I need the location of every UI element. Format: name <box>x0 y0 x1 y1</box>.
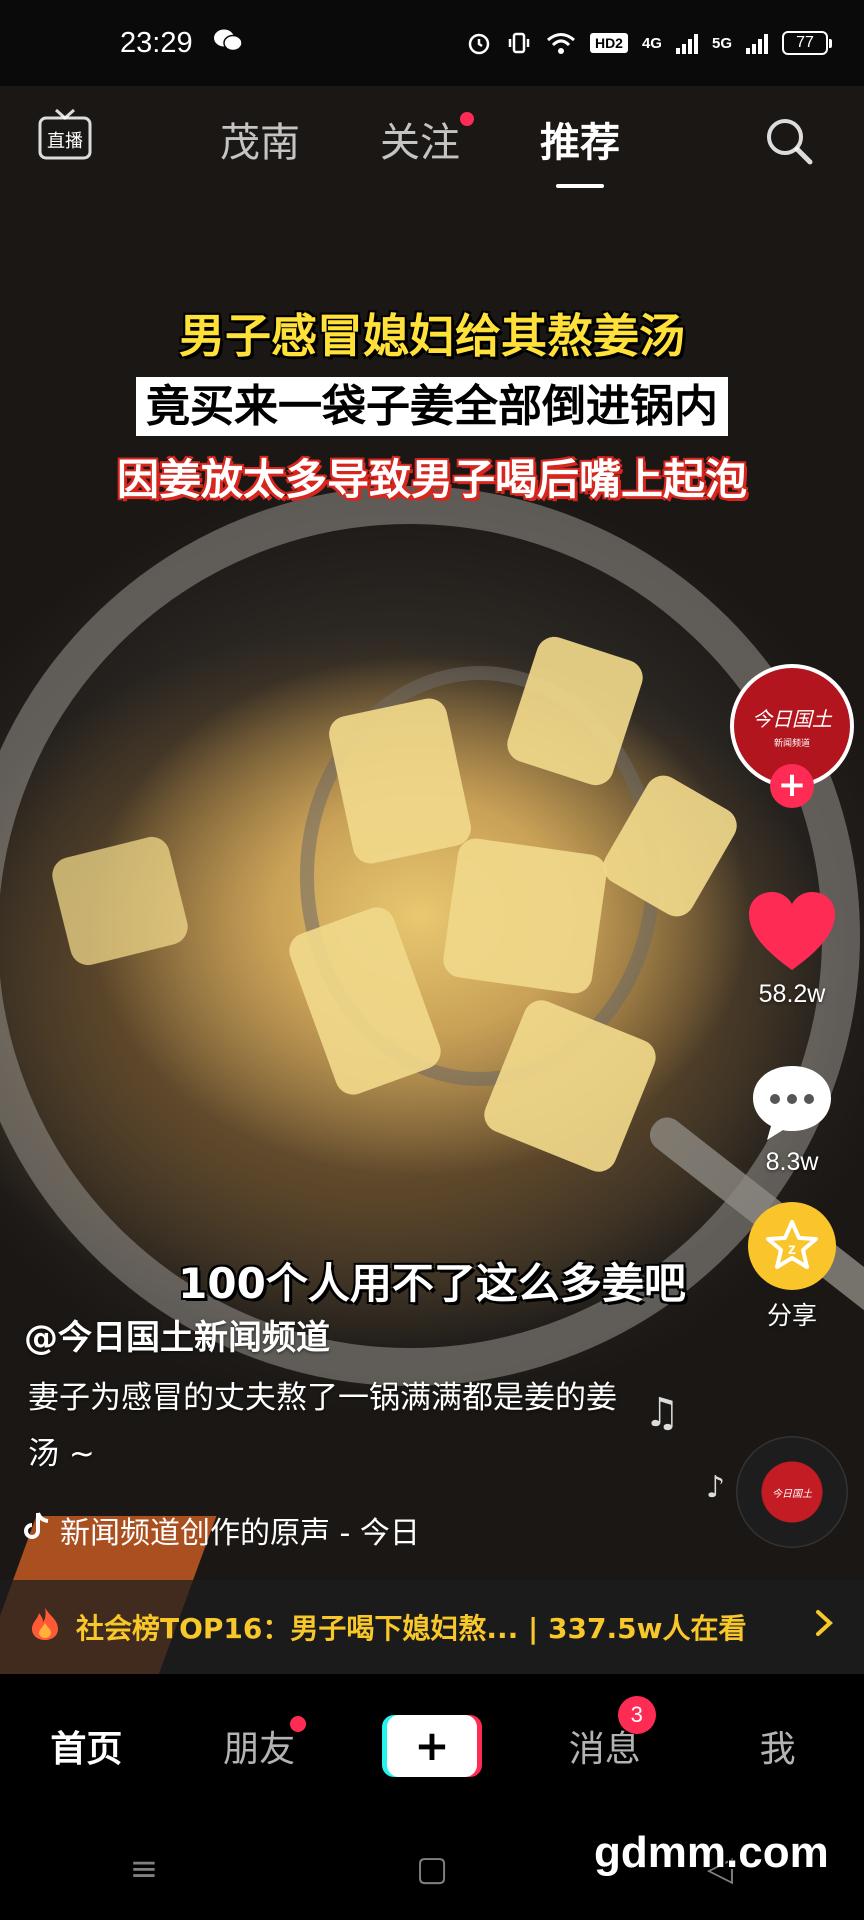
comment-count: 8.3w <box>765 1148 819 1176</box>
signal-icon <box>675 32 698 54</box>
disc-logo: 今日国土 <box>772 1488 812 1500</box>
wifi-icon <box>546 31 576 55</box>
live-button[interactable]: 直播 <box>38 108 92 162</box>
avatar-logo-text: 今日国土 <box>752 707 832 731</box>
menu-icon[interactable]: ≡ <box>114 1849 174 1889</box>
music-title: 新闻频道创作的原声 - 今日 <box>60 1516 420 1551</box>
wechat-icon <box>213 27 243 59</box>
comment-icon <box>749 1062 835 1142</box>
caption-line-3: 因姜放太多导致男子喝后嘴上起泡 <box>116 455 747 504</box>
home-square-icon[interactable]: ▢ <box>402 1849 462 1889</box>
fire-icon <box>30 1605 60 1649</box>
caption-line-1: 男子感冒媳妇给其熬姜汤 <box>179 309 685 363</box>
music-disc[interactable]: 今日国土 <box>736 1436 848 1548</box>
like-count: 58.2w <box>758 980 826 1008</box>
alarm-icon <box>466 30 492 56</box>
music-note-icon-small: ♪ <box>706 1470 726 1505</box>
nav-home[interactable]: 首页 <box>21 1720 151 1772</box>
nav-messages-label: 消息 <box>568 1729 641 1770</box>
search-icon[interactable] <box>762 114 816 168</box>
share-icon: z <box>748 1202 836 1290</box>
avatar-subtitle: 新闻频道 <box>773 739 810 749</box>
svg-text:z: z <box>788 1241 796 1258</box>
tab-following-label: 关注 <box>380 120 460 166</box>
chevron-right-icon <box>814 1608 834 1646</box>
nav-friends-label: 朋友 <box>223 1729 296 1770</box>
share-label: 分享 <box>766 1302 817 1330</box>
nav-messages[interactable]: 消息 3 <box>540 1696 670 1772</box>
video-description: 妻子为感冒的丈夫熬了一锅满满都是姜的姜汤 ~ <box>28 1380 617 1472</box>
watermark: gdmm.com <box>594 1828 829 1877</box>
top-tabs: 茂南 关注 推荐 <box>220 110 620 188</box>
like-button[interactable]: 58.2w <box>730 890 854 1009</box>
network-4g: 4G <box>641 34 662 52</box>
hot-list-text: 社会榜TOP16：男子喝下媳妇熬... | 337.5w人在看 <box>76 1612 747 1645</box>
notification-dot <box>460 112 474 126</box>
status-icons: HD2 4G 5G 77 <box>466 30 832 56</box>
plus-icon: + <box>414 1721 450 1770</box>
caption-line-2-text: 竟买来一袋子姜全部倒进锅内 <box>136 377 728 436</box>
bottom-nav: 首页 朋友 + 消息 3 我 <box>0 1674 864 1818</box>
tiktok-note-icon <box>24 1511 50 1549</box>
music-note-icon: ♫ <box>644 1390 680 1436</box>
hot-list-banner[interactable]: 社会榜TOP16：男子喝下媳妇熬... | 337.5w人在看 <box>0 1580 864 1674</box>
vibrate-icon <box>506 30 532 56</box>
notification-dot <box>290 1716 307 1732</box>
network-5g: 5G <box>711 34 732 52</box>
signal-icon-2 <box>746 32 768 54</box>
ginger-piece <box>440 836 610 996</box>
status-bar: 23:29 HD2 4G 5G 77 <box>0 0 864 86</box>
nav-me[interactable]: 我 <box>713 1720 843 1772</box>
author-name[interactable]: @今日国土新闻频道 <box>24 1310 330 1359</box>
status-time: 23:29 <box>120 26 193 59</box>
nav-create[interactable]: + <box>367 1715 497 1777</box>
tab-recommended[interactable]: 推荐 <box>540 110 620 188</box>
follow-button[interactable]: + <box>770 764 814 808</box>
battery-indicator: 77 <box>782 31 832 55</box>
create-button[interactable]: + <box>386 1715 477 1777</box>
music-row[interactable]: 新闻频道创作的原声 - 今日 <box>24 1508 420 1552</box>
nav-friends[interactable]: 朋友 <box>194 1716 324 1772</box>
tab-following[interactable]: 关注 <box>380 110 474 168</box>
tab-local[interactable]: 茂南 <box>220 110 300 168</box>
hd-badge: HD2 <box>589 33 628 53</box>
comment-button[interactable]: 8.3w <box>730 1062 854 1177</box>
message-badge: 3 <box>617 1696 656 1734</box>
heart-icon <box>747 890 837 974</box>
live-label: 直播 <box>47 131 83 152</box>
caption-line-2: 竟买来一袋子姜全部倒进锅内 <box>0 370 864 436</box>
share-button[interactable]: z 分享 <box>730 1202 854 1332</box>
